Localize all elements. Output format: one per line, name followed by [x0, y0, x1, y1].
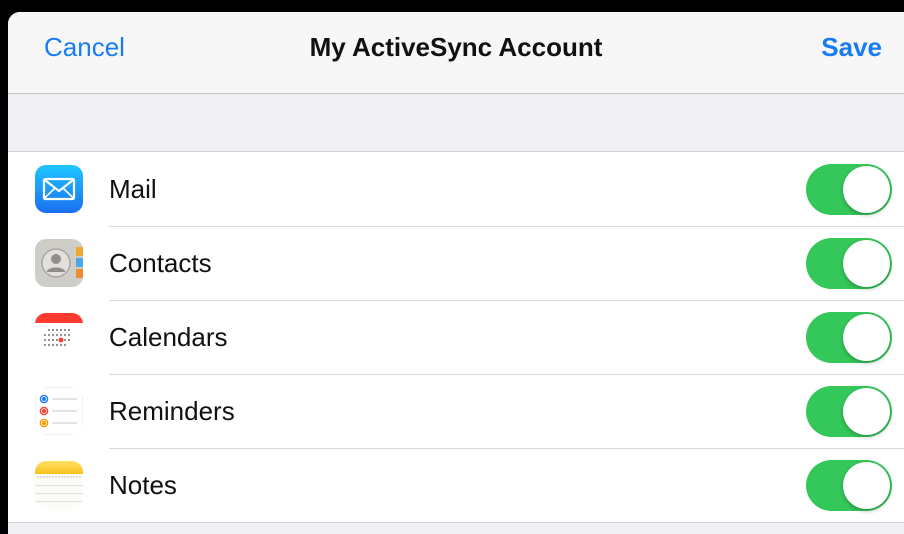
notes-toggle[interactable]: [806, 460, 892, 511]
toggle-knob: [843, 166, 890, 213]
cancel-button[interactable]: Cancel: [44, 12, 125, 82]
service-label-notes: Notes: [109, 470, 177, 500]
calendars-icon: [35, 313, 83, 361]
toggle-knob: [843, 462, 890, 509]
account-sheet: Cancel My ActiveSync Account Save Mail C…: [8, 12, 904, 534]
reminders-toggle[interactable]: [806, 386, 892, 437]
notes-icon: [35, 461, 83, 509]
service-label-contacts: Contacts: [109, 248, 212, 278]
mail-icon: [35, 165, 83, 213]
toggle-knob: [843, 388, 890, 435]
toggle-knob: [843, 314, 890, 361]
contacts-toggle[interactable]: [806, 238, 892, 289]
service-row-notes[interactable]: Notes: [8, 448, 904, 522]
service-label-reminders: Reminders: [109, 396, 235, 426]
service-label-mail: Mail: [109, 174, 157, 204]
page-title: My ActiveSync Account: [309, 32, 603, 62]
navigation-bar: Cancel My ActiveSync Account Save: [8, 12, 904, 94]
service-row-reminders[interactable]: Reminders: [8, 374, 904, 448]
save-button[interactable]: Save: [821, 12, 882, 82]
toggle-knob: [843, 240, 890, 287]
calendars-toggle[interactable]: [806, 312, 892, 363]
reminders-icon: [35, 387, 83, 435]
mail-toggle[interactable]: [806, 164, 892, 215]
contacts-icon: [35, 239, 83, 287]
service-row-mail[interactable]: Mail: [8, 152, 904, 226]
service-row-calendars[interactable]: Calendars: [8, 300, 904, 374]
service-row-contacts[interactable]: Contacts: [8, 226, 904, 300]
sync-services-list: Mail Contacts Calendars Reminders Notes: [8, 151, 904, 523]
service-label-calendars: Calendars: [109, 322, 228, 352]
